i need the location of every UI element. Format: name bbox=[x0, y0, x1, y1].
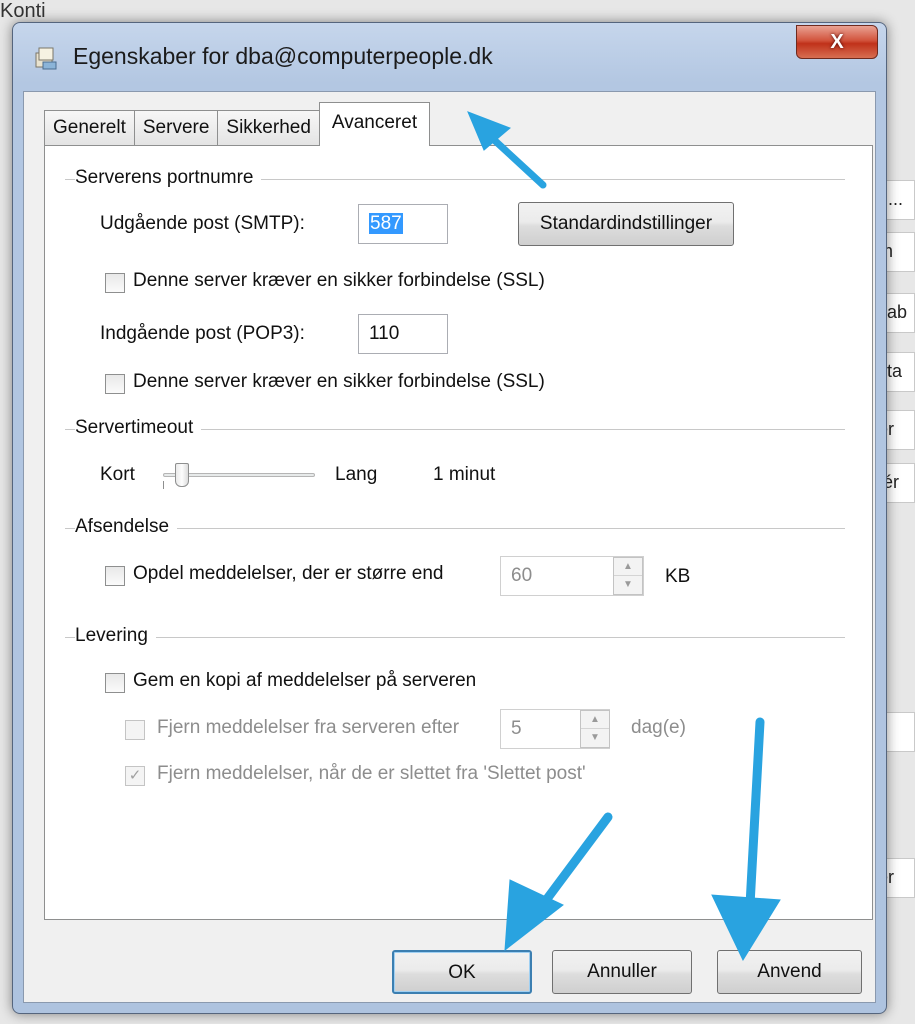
keep-copy-label: Gem en kopi af meddelelser på serveren bbox=[133, 670, 477, 691]
timeout-value: 1 minut bbox=[433, 464, 496, 485]
cancel-button[interactable]: Annuller bbox=[552, 950, 692, 994]
delivery-group-title: Levering bbox=[75, 625, 156, 647]
tab-sikkerhed[interactable]: Sikkerhed bbox=[217, 110, 320, 146]
pop3-ssl-checkbox[interactable] bbox=[105, 374, 125, 394]
pop3-port-label: Indgående post (POP3): bbox=[100, 323, 305, 344]
remove-after-label: Fjern meddelelser fra serveren efter bbox=[157, 717, 460, 738]
ok-button[interactable]: OK bbox=[392, 950, 532, 994]
smtp-port-value: 587 bbox=[369, 213, 403, 234]
timeout-slider-thumb[interactable] bbox=[175, 463, 190, 487]
smtp-ssl-checkbox[interactable] bbox=[105, 273, 125, 293]
spin-up-icon[interactable]: ▲ bbox=[614, 558, 642, 576]
smtp-port-label: Udgående post (SMTP): bbox=[100, 213, 305, 234]
background-window-title: Konti bbox=[0, 0, 46, 22]
tab-strip: Generelt Servere Sikkerhed Avanceret bbox=[44, 102, 431, 146]
pop3-ssl-label: Denne server kræver en sikker forbindels… bbox=[133, 371, 545, 392]
spin-up-icon[interactable]: ▲ bbox=[581, 711, 609, 729]
sending-group-title: Afsendelse bbox=[75, 516, 178, 538]
remove-deleted-checkbox[interactable]: ✓ bbox=[125, 766, 145, 786]
timeout-long-label: Lang bbox=[335, 464, 378, 485]
tab-servere[interactable]: Servere bbox=[133, 110, 219, 146]
split-messages-checkbox[interactable] bbox=[105, 566, 125, 586]
apply-button[interactable]: Anvend bbox=[717, 950, 862, 994]
close-button[interactable]: X bbox=[796, 25, 878, 59]
account-properties-dialog: Egenskaber for dba@computerpeople.dk X G… bbox=[12, 22, 887, 1014]
dialog-title: Egenskaber for dba@computerpeople.dk bbox=[73, 43, 493, 69]
timeout-group-title: Servertimeout bbox=[75, 417, 202, 439]
split-messages-label: Opdel meddelelser, der er større end bbox=[133, 563, 444, 584]
advanced-tab-panel: Serverens portnumre Udgående post (SMTP)… bbox=[44, 145, 873, 920]
ports-group-title: Serverens portnumre bbox=[75, 167, 262, 189]
smtp-port-input[interactable]: 587 bbox=[358, 204, 448, 244]
timeout-slider-tick bbox=[163, 481, 164, 489]
split-size-unit: KB bbox=[665, 566, 691, 587]
group-divider bbox=[65, 528, 845, 529]
account-properties-icon bbox=[35, 47, 57, 70]
dialog-titlebar[interactable]: Egenskaber for dba@computerpeople.dk X bbox=[13, 23, 886, 93]
group-divider bbox=[65, 637, 845, 638]
split-size-spinner[interactable]: ▲ ▼ bbox=[613, 557, 643, 595]
remove-after-checkbox[interactable] bbox=[125, 720, 145, 740]
remove-after-spinner[interactable]: ▲ ▼ bbox=[580, 710, 610, 748]
spin-down-icon[interactable]: ▼ bbox=[614, 576, 642, 594]
tab-avanceret[interactable]: Avanceret bbox=[318, 102, 431, 146]
tab-generelt[interactable]: Generelt bbox=[44, 110, 135, 146]
smtp-ssl-label: Denne server kræver en sikker forbindels… bbox=[133, 270, 545, 291]
default-settings-button[interactable]: Standardindstillinger bbox=[518, 202, 734, 246]
dialog-client-area: Generelt Servere Sikkerhed Avanceret Ser… bbox=[23, 91, 876, 1003]
spin-down-icon[interactable]: ▼ bbox=[581, 729, 609, 747]
keep-copy-checkbox[interactable] bbox=[105, 673, 125, 693]
remove-deleted-label: Fjern meddelelser, når de er slettet fra… bbox=[157, 763, 586, 784]
timeout-short-label: Kort bbox=[100, 464, 135, 485]
remove-after-unit: dag(e) bbox=[631, 717, 686, 738]
pop3-port-input[interactable]: 110 bbox=[358, 314, 448, 354]
